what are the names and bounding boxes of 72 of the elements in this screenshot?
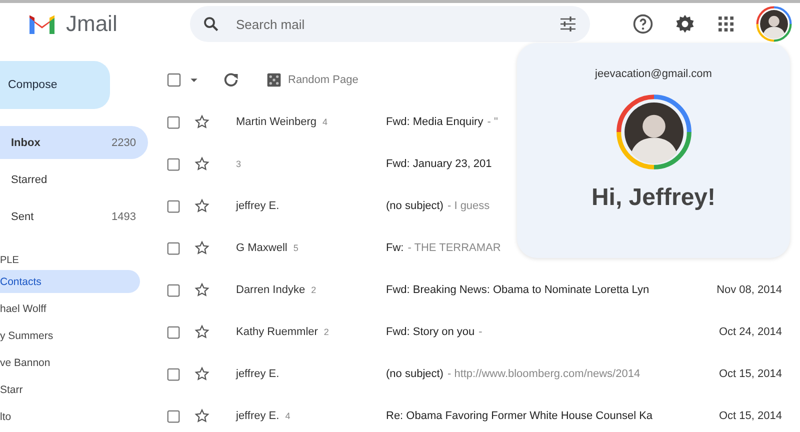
email-sender: Kathy Ruemmler (236, 326, 318, 338)
random-page-button[interactable]: Random Page (288, 74, 358, 86)
email-subject: Re: Obama Favoring Former White House Counsel Ka (386, 410, 653, 422)
email-subject: Fwd: Breaking News: Obama to Nominate Loretta Lyn (386, 284, 650, 296)
apps-icon[interactable] (716, 14, 736, 34)
search-field[interactable]: Search mail (234, 16, 544, 32)
email-sender: jeffrey E. (236, 410, 280, 422)
folder-item[interactable]: Inbox 2230 (0, 126, 148, 159)
star-icon[interactable] (194, 408, 210, 424)
filter-icon[interactable] (558, 14, 578, 34)
email-date: Nov 08, 2014 (716, 284, 782, 296)
settings-icon[interactable] (674, 13, 696, 35)
search-bar[interactable]: Search mail (190, 6, 590, 42)
contact-item[interactable]: Starr (0, 378, 140, 401)
star-icon[interactable] (194, 114, 210, 130)
thread-count: 4 (285, 411, 290, 421)
email-subject: Fwd: January 23, 201 (386, 158, 492, 170)
star-icon[interactable] (194, 240, 210, 256)
row-checkbox[interactable] (166, 366, 181, 382)
row-checkbox[interactable] (166, 324, 181, 340)
email-sender: jeffrey E. (236, 200, 280, 212)
thread-count: 4 (322, 117, 328, 127)
contact-item[interactable]: y Summers (0, 324, 140, 347)
star-icon[interactable] (194, 366, 210, 382)
email-subject: (no subject) (386, 368, 444, 380)
email-preview: - (478, 326, 482, 338)
dice-icon (266, 72, 282, 88)
row-checkbox[interactable] (166, 114, 181, 130)
thread-count: 3 (236, 159, 242, 169)
contact-item[interactable]: lto (0, 405, 140, 428)
row-checkbox[interactable] (166, 282, 181, 298)
email-preview: - THE TERRAMAR (408, 242, 501, 254)
app-logo-text: Jmail (66, 11, 118, 37)
help-icon[interactable] (632, 13, 654, 35)
contact-item[interactable]: ve Bannon (0, 351, 140, 374)
email-date: Oct 24, 2014 (719, 326, 782, 338)
account-email: jeevacation@gmail.com (595, 68, 712, 80)
contact-item[interactable]: hael Wolff (0, 297, 140, 320)
section-title: PLE (0, 255, 20, 266)
row-checkbox[interactable] (166, 408, 181, 424)
email-subject: Fw: (386, 242, 404, 254)
email-subject: (no subject) (386, 200, 444, 212)
email-preview: - I guess (447, 200, 490, 212)
email-subject: Fwd: Story on you (386, 326, 475, 338)
row-checkbox[interactable] (166, 156, 181, 172)
thread-count: 2 (311, 285, 316, 295)
email-sender: G Maxwell (236, 242, 288, 254)
star-icon[interactable] (194, 282, 210, 298)
email-preview: - " (487, 116, 498, 128)
compose-button[interactable]: Compose (0, 61, 110, 109)
star-icon[interactable] (194, 198, 210, 214)
email-sender: jeffrey E. (236, 368, 280, 380)
row-checkbox[interactable] (166, 198, 181, 214)
refresh-icon[interactable] (222, 71, 240, 89)
row-checkbox[interactable] (166, 240, 181, 256)
select-all-checkbox[interactable] (166, 72, 182, 88)
email-preview: - http://www.bloomberg.com/news/2014 (447, 368, 640, 380)
email-date: Oct 15, 2014 (719, 368, 782, 380)
search-icon[interactable] (202, 15, 220, 33)
thread-count: 5 (293, 243, 298, 253)
star-icon[interactable] (194, 156, 210, 172)
folder-item[interactable]: Sent 1493 (0, 200, 148, 233)
star-icon[interactable] (194, 324, 210, 340)
contact-item[interactable]: Contacts (0, 270, 140, 293)
email-sender: Martin Weinberg (236, 116, 316, 128)
email-sender: Darren Indyke (236, 284, 306, 296)
greeting: Hi, Jeffrey! (591, 184, 716, 212)
email-date: Oct 15, 2014 (719, 410, 782, 422)
email-subject: Fwd: Media Enquiry (386, 116, 484, 128)
avatar[interactable] (756, 6, 792, 42)
folder-item[interactable]: Starred (0, 163, 148, 196)
thread-count: 2 (324, 327, 329, 337)
